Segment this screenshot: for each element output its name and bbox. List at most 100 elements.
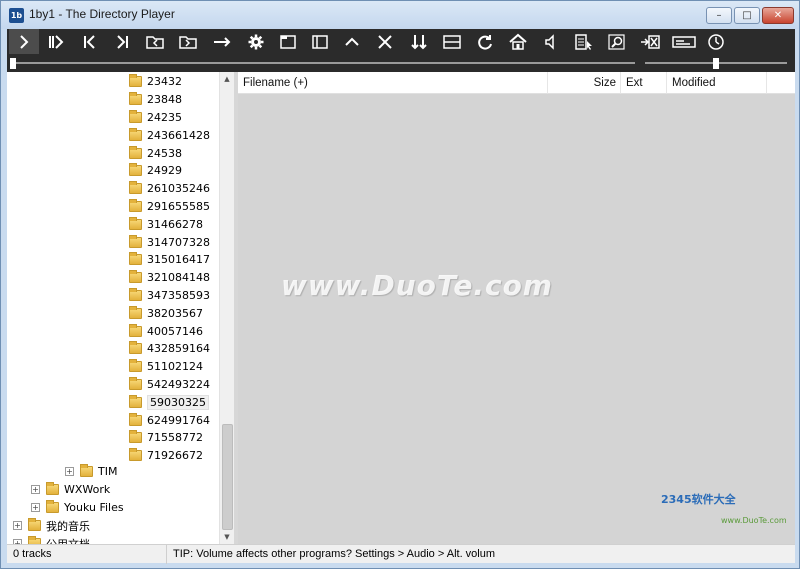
previous-folder-button[interactable] xyxy=(140,29,170,54)
tree-item-label: 315016417 xyxy=(147,253,210,267)
volume-button[interactable] xyxy=(535,29,565,54)
scroll-down-arrow-icon[interactable]: ▼ xyxy=(220,530,234,544)
tree-item-tim[interactable]: + TIM xyxy=(65,463,117,481)
app-icon: 1b xyxy=(9,8,24,23)
folder-icon xyxy=(129,376,142,390)
play-next-button[interactable] xyxy=(41,29,71,54)
tree-item-label: 23432 xyxy=(147,75,182,89)
tree-item-label: 624991764 xyxy=(147,413,210,427)
seek-strip xyxy=(7,54,795,72)
previous-folder-icon xyxy=(146,35,164,49)
minimize-button[interactable]: – xyxy=(706,7,732,24)
follow-button[interactable] xyxy=(207,29,237,54)
volume-thumb[interactable] xyxy=(713,58,719,69)
window-title: 1by1 - The Directory Player xyxy=(29,7,175,21)
clock-icon xyxy=(708,33,724,50)
maximize-button[interactable]: □ xyxy=(734,7,760,24)
tree-item-label: TIM xyxy=(98,465,118,479)
tree-item-label: 314707328 xyxy=(147,235,210,249)
tree-scrollbar[interactable]: ▲ ▼ xyxy=(219,72,234,544)
tree-folder-item[interactable]: 321084148 xyxy=(129,269,210,287)
scrollbar-thumb[interactable] xyxy=(222,424,233,530)
folder-icon xyxy=(129,430,142,444)
tree-item-my-music[interactable]: + 我的音乐 xyxy=(13,517,90,535)
tree-folder-item[interactable]: 432859164 xyxy=(129,340,210,358)
timer-button[interactable] xyxy=(701,29,731,54)
tree-folder-item[interactable]: 291655585 xyxy=(129,198,210,216)
tree-item-public-docs[interactable]: + 公用文档 xyxy=(13,535,90,544)
tree-folder-item[interactable]: 38203567 xyxy=(129,304,203,322)
tree-folder-item[interactable]: 624991764 xyxy=(129,411,210,429)
next-track-button[interactable] xyxy=(107,29,137,54)
close-button[interactable]: ✕ xyxy=(762,7,794,24)
tree-item-youku-files[interactable]: + Youku Files xyxy=(31,499,124,517)
seek-bar[interactable] xyxy=(13,62,635,64)
tree-folder-item[interactable]: 51102124 xyxy=(129,358,203,376)
tree-folder-item[interactable]: 23848 xyxy=(129,91,182,109)
folder-icon xyxy=(129,234,142,248)
column-header-filename[interactable]: Filename (+) xyxy=(238,72,548,94)
home-button[interactable] xyxy=(503,29,533,54)
expand-icon[interactable]: + xyxy=(31,485,40,495)
home-icon xyxy=(509,33,527,50)
refresh-button[interactable] xyxy=(470,29,500,54)
tree-item-wxwork[interactable]: + WXWork xyxy=(31,481,110,499)
playlist-select-button[interactable] xyxy=(569,29,599,54)
sidebar-toggle-button[interactable] xyxy=(305,29,335,54)
music-folder-icon xyxy=(28,518,41,532)
tree-item-label: 38203567 xyxy=(147,306,203,320)
tree-folder-item[interactable]: 23432 xyxy=(129,73,182,91)
play-button[interactable] xyxy=(9,29,39,54)
tree-folder-item[interactable]: 347358593 xyxy=(129,287,210,305)
tree-item-label: 24929 xyxy=(147,164,182,178)
tree-folder-item[interactable]: 40057146 xyxy=(129,322,203,340)
column-header-ext[interactable]: Ext xyxy=(621,72,667,94)
expand-icon[interactable]: + xyxy=(31,503,40,513)
tree-folder-item[interactable]: 24235 xyxy=(129,109,182,127)
previous-track-button[interactable] xyxy=(75,29,105,54)
tree-folder-item[interactable]: 24929 xyxy=(129,162,182,180)
tree-folder-item[interactable]: 243661428 xyxy=(129,126,210,144)
window-layout-button[interactable] xyxy=(273,29,303,54)
tree-folder-item[interactable]: 314707328 xyxy=(129,233,210,251)
scroll-up-arrow-icon[interactable]: ▲ xyxy=(220,72,234,86)
expand-icon[interactable]: + xyxy=(13,521,22,531)
settings-button[interactable] xyxy=(241,29,271,54)
folder-icon xyxy=(129,109,142,123)
column-header-modified[interactable]: Modified xyxy=(667,72,767,94)
clear-button[interactable] xyxy=(370,29,400,54)
track-count: 0 tracks xyxy=(7,545,167,564)
tree-folder-item[interactable]: 71558772 xyxy=(129,429,203,447)
search-icon xyxy=(608,33,625,50)
tree-folder-item[interactable]: 59030325 xyxy=(129,393,209,411)
sort-button[interactable] xyxy=(404,29,434,54)
keyboard-button[interactable] xyxy=(667,29,701,54)
tree-item-label: 347358593 xyxy=(147,288,210,302)
previous-track-icon xyxy=(84,34,95,49)
tree-item-label: 23848 xyxy=(147,93,182,107)
tree-item-label: 我的音乐 xyxy=(46,519,90,533)
expand-icon[interactable]: + xyxy=(65,467,74,477)
play-next-icon xyxy=(49,34,64,49)
tree-folder-item[interactable]: 261035246 xyxy=(129,180,210,198)
tree-item-label: 公用文档 xyxy=(46,536,90,544)
seek-thumb[interactable] xyxy=(10,58,16,69)
remove-button[interactable] xyxy=(635,29,665,54)
remove-icon xyxy=(641,34,660,49)
tree-folder-item[interactable]: 31466278 xyxy=(129,215,203,233)
tree-item-label: 31466278 xyxy=(147,217,203,231)
search-button[interactable] xyxy=(602,29,632,54)
folder-icon xyxy=(129,394,142,408)
panel-split-button[interactable] xyxy=(437,29,467,54)
column-header-size[interactable]: Size xyxy=(548,72,621,94)
tree-folder-item[interactable]: 542493224 xyxy=(129,376,210,394)
corner-watermark-url: www.DuoTe.com xyxy=(721,516,787,525)
folder-icon xyxy=(129,359,142,373)
next-folder-button[interactable] xyxy=(173,29,203,54)
tree-folder-item[interactable]: 24538 xyxy=(129,144,182,162)
folder-icon xyxy=(129,163,142,177)
tree-folder-item[interactable]: 71926672 xyxy=(129,447,203,465)
folder-icon xyxy=(80,464,93,478)
tree-folder-item[interactable]: 315016417 xyxy=(129,251,210,269)
collapse-button[interactable] xyxy=(337,29,367,54)
